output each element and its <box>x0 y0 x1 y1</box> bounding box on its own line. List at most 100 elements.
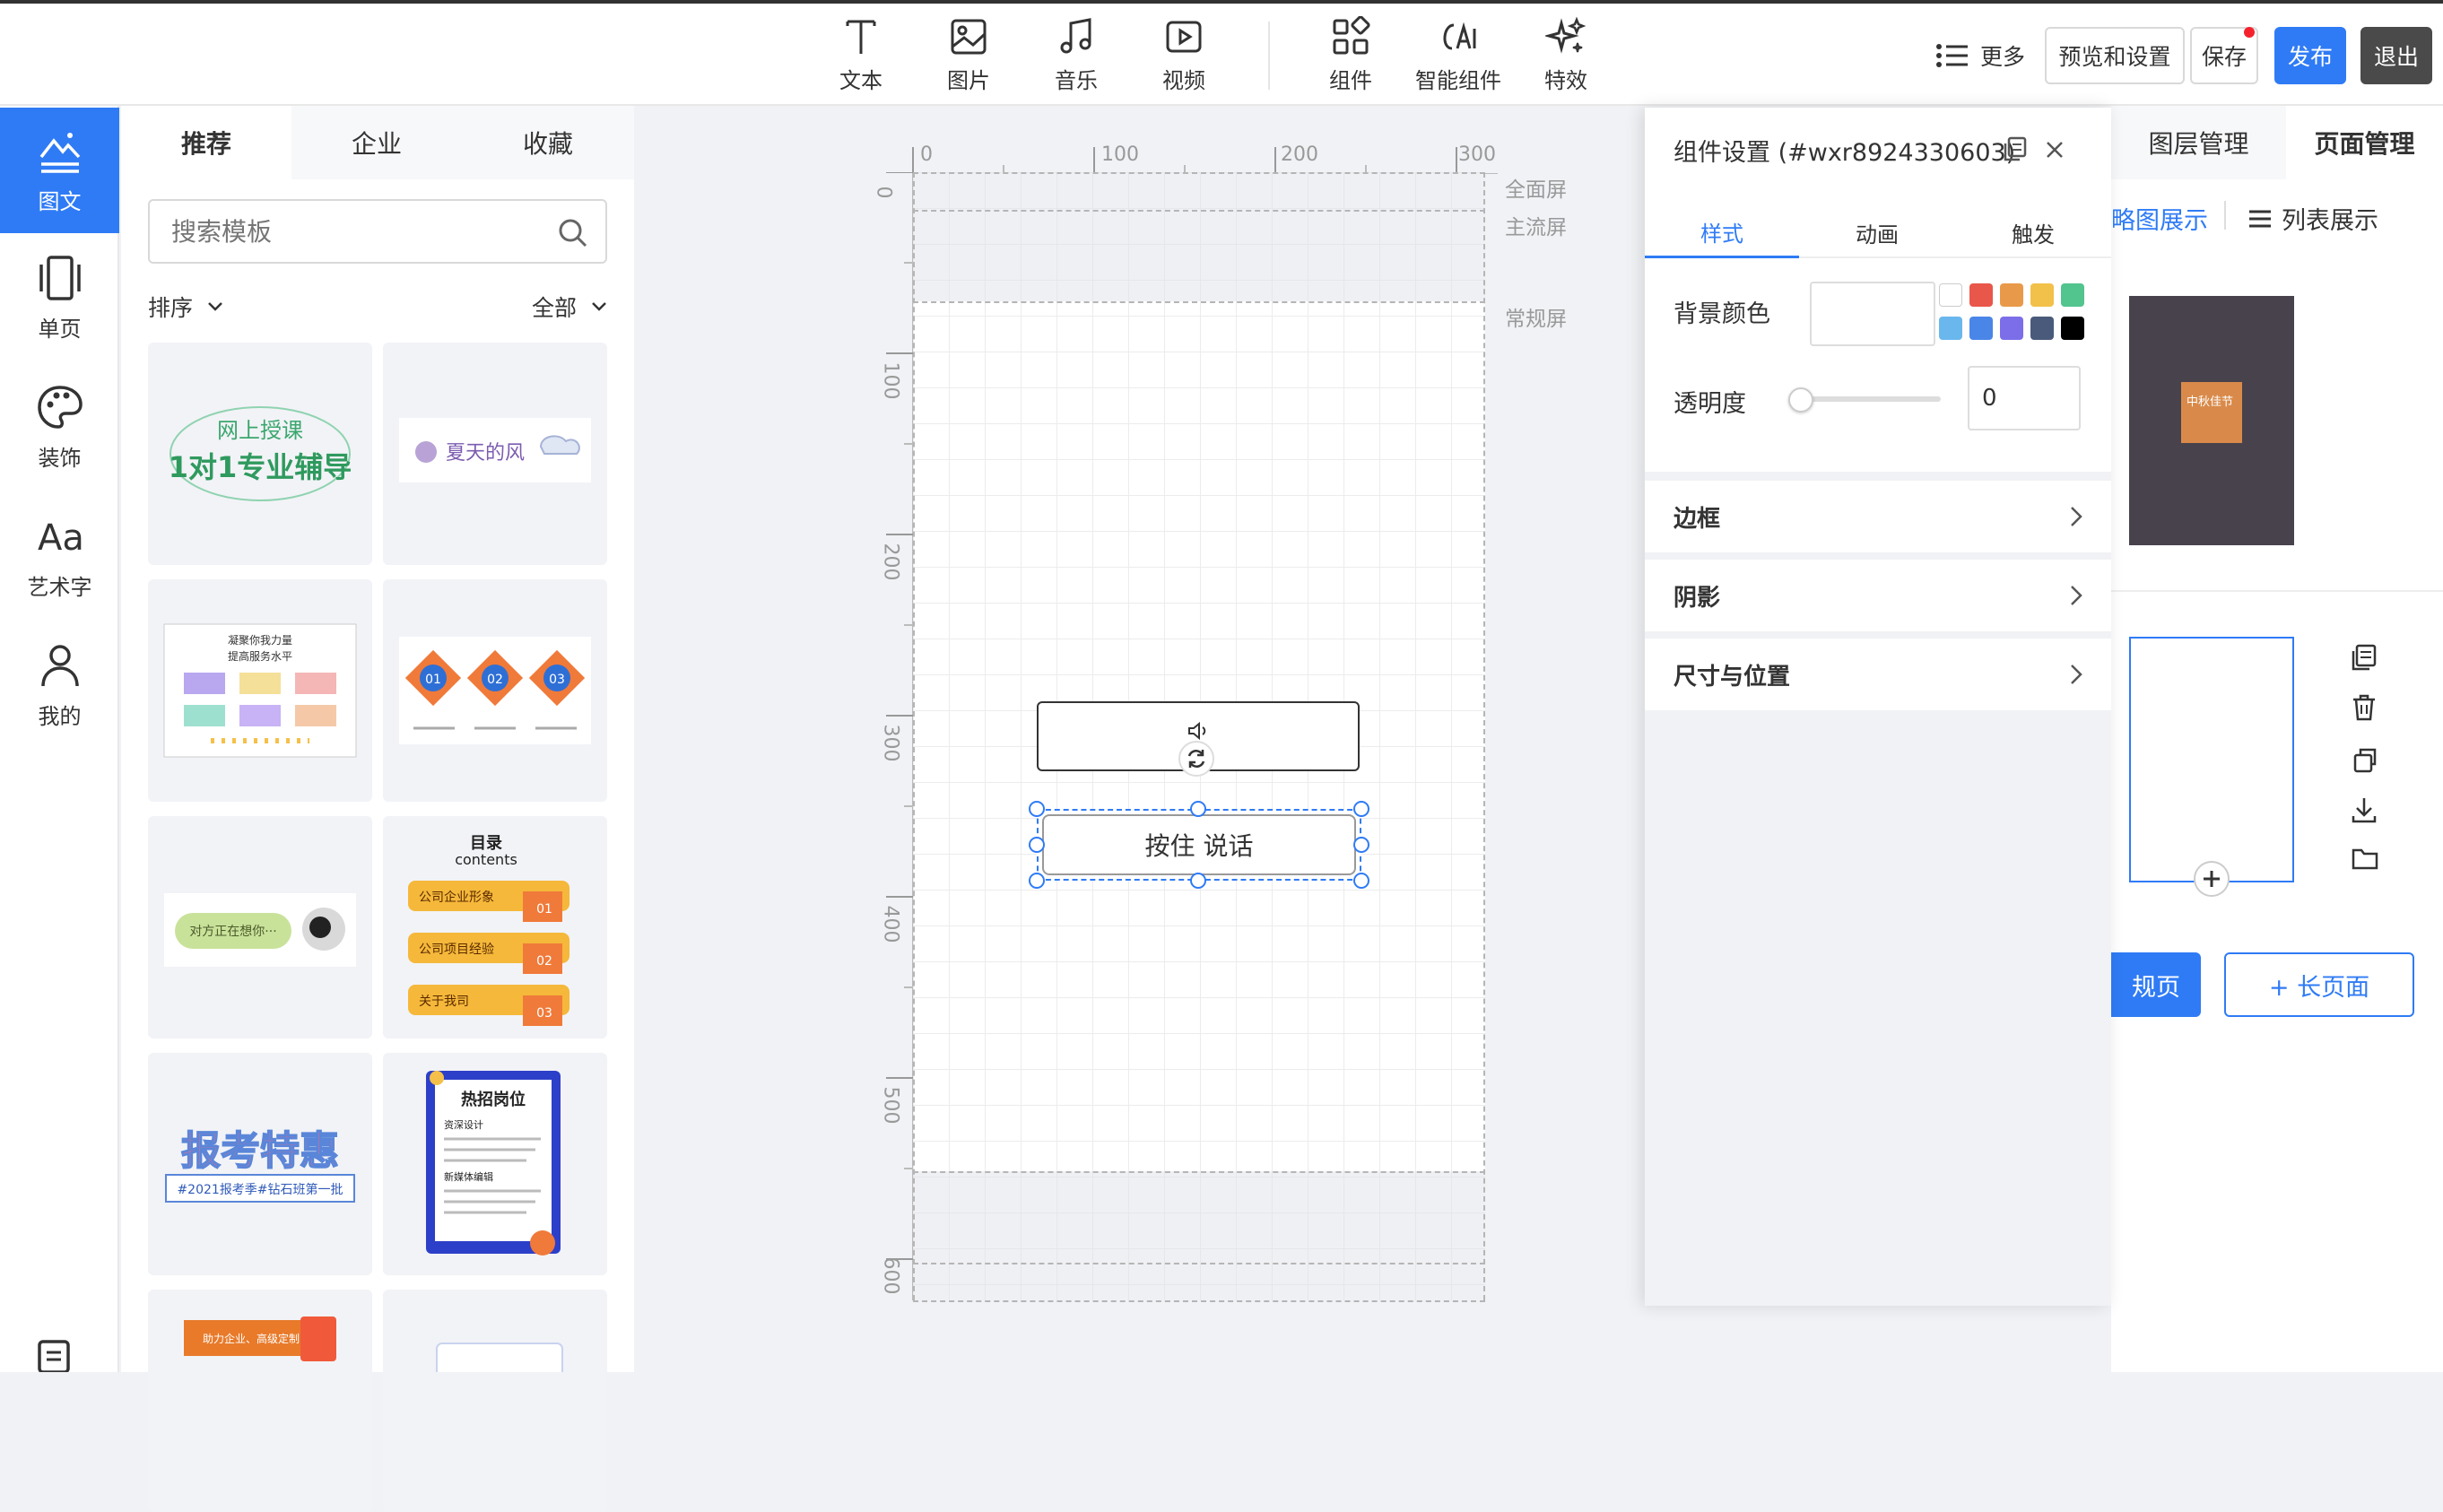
ruler-label: 100 <box>879 361 902 400</box>
duplicate-icon[interactable] <box>2352 746 2377 773</box>
mountain-text-icon <box>39 132 80 173</box>
download-icon[interactable] <box>2352 796 2377 823</box>
component-tool-button[interactable]: 组件 <box>1297 16 1404 97</box>
tab-recommended[interactable]: 推荐 <box>121 106 291 179</box>
image-icon <box>951 19 987 55</box>
shadow-section[interactable]: 阴影 <box>1645 560 2111 631</box>
thumbnail-view-toggle[interactable]: 略图展示 <box>2111 201 2208 236</box>
chevron-down-icon <box>592 302 606 311</box>
selected-voice-button[interactable]: 按住 说话 <box>1037 809 1361 881</box>
template-card[interactable]: 夏天的风 <box>383 343 607 565</box>
tab-style[interactable]: 样式 <box>1645 208 1799 258</box>
resize-handle[interactable] <box>1029 873 1045 889</box>
template-card[interactable]: 01 02 03 <box>383 579 607 802</box>
opacity-slider-track[interactable] <box>1801 396 1941 402</box>
user-icon <box>40 644 79 686</box>
template-card[interactable] <box>383 1290 607 1512</box>
video-tool-button[interactable]: 视频 <box>1130 16 1238 97</box>
color-swatch[interactable] <box>1969 283 1993 307</box>
close-icon[interactable] <box>2045 140 2065 160</box>
folder-icon[interactable] <box>2352 847 2378 870</box>
copy-id-icon[interactable] <box>2004 136 2027 161</box>
opacity-slider-thumb[interactable] <box>1788 387 1813 413</box>
color-swatch[interactable] <box>1939 317 1962 340</box>
svg-text:01: 01 <box>425 673 441 687</box>
more-label: 更多 <box>1980 44 2026 70</box>
single-page-icon <box>39 255 81 300</box>
music-tool-button[interactable]: 音乐 <box>1022 16 1130 97</box>
add-long-page-button[interactable]: + 长页面 <box>2224 952 2414 1017</box>
template-thumb: 对方正在想你··· <box>164 893 356 967</box>
trash-icon[interactable] <box>2352 694 2377 721</box>
search-input[interactable] <box>150 201 544 262</box>
color-swatch[interactable] <box>2000 283 2023 307</box>
add-page-inline-button[interactable] <box>2194 861 2230 897</box>
tab-enterprise[interactable]: 企业 <box>291 106 462 179</box>
text-tool-button[interactable]: 文本 <box>807 16 915 97</box>
component-settings-panel: 组件设置 (#wxr8924330603) 样式 动画 触发 背景颜色 透明度 … <box>1645 108 2111 1306</box>
nav-label: 图文 <box>38 188 82 214</box>
nav-item-single-page[interactable]: 单页 <box>0 235 119 361</box>
nav-item-mine[interactable]: 我的 <box>0 622 119 748</box>
copy-icon[interactable] <box>2352 644 2377 671</box>
ruler-label: 300 <box>1458 143 1496 166</box>
svg-text:03: 03 <box>536 1006 552 1021</box>
sort-dropdown[interactable]: 排序 <box>148 291 223 323</box>
filter-dropdown[interactable]: 全部 <box>532 291 607 323</box>
color-swatch[interactable] <box>2030 283 2054 307</box>
exit-button[interactable]: 退出 <box>2360 27 2432 84</box>
color-swatch[interactable] <box>2061 317 2084 340</box>
rotate-handle[interactable] <box>1178 741 1214 777</box>
resize-handle[interactable] <box>1353 837 1369 853</box>
sort-label: 排序 <box>148 295 194 321</box>
search-icon[interactable] <box>557 217 589 249</box>
ai-component-tool-button[interactable]: 智能组件 <box>1404 16 1512 97</box>
resize-handle[interactable] <box>1353 873 1369 889</box>
tab-animation[interactable]: 动画 <box>1799 208 1955 258</box>
template-card[interactable]: 热招岗位 资深设计 新媒体编辑 <box>383 1053 607 1275</box>
tab-layer-management[interactable]: 图层管理 <box>2111 106 2286 179</box>
color-swatch[interactable] <box>2000 317 2023 340</box>
color-swatch[interactable] <box>1969 317 1993 340</box>
preview-settings-button[interactable]: 预览和设置 <box>2045 27 2185 84</box>
plus-icon <box>2204 871 2220 887</box>
clipboard-icon[interactable] <box>36 1336 72 1372</box>
more-button[interactable]: 更多 <box>1935 39 2025 72</box>
color-swatch[interactable] <box>2030 317 2054 340</box>
border-section[interactable]: 边框 <box>1645 481 2111 552</box>
tab-page-management[interactable]: 页面管理 <box>2286 106 2443 179</box>
page-thumbnail-2[interactable] <box>2129 637 2294 882</box>
color-swatch[interactable] <box>1939 283 1962 307</box>
image-tool-button[interactable]: 图片 <box>915 16 1022 97</box>
resize-handle[interactable] <box>1190 873 1206 889</box>
page-thumbnail-1[interactable]: 中秋佳节 <box>2129 296 2294 545</box>
tab-trigger[interactable]: 触发 <box>1955 208 2111 258</box>
nav-item-art-text[interactable]: Aa 艺术字 <box>0 493 119 619</box>
nav-item-decoration[interactable]: 装饰 <box>0 364 119 490</box>
publish-button[interactable]: 发布 <box>2274 27 2346 84</box>
add-page-button[interactable]: 规页 <box>2111 952 2201 1017</box>
template-card[interactable]: 报考特惠 #2021报考季#钻石班第一批 <box>148 1053 372 1275</box>
template-card[interactable]: 凝聚你我力量 提高服务水平 <box>148 579 372 802</box>
nav-item-graphic-text[interactable]: 图文 <box>0 108 119 233</box>
ruler-label: 400 <box>879 905 902 943</box>
thumb-image: 中秋佳节 <box>2181 382 2242 443</box>
effects-tool-button[interactable]: 特效 <box>1512 16 1620 97</box>
list-view-toggle[interactable]: 列表展示 <box>2247 201 2378 236</box>
svg-text:Aa: Aa <box>38 517 84 559</box>
tab-favorites[interactable]: 收藏 <box>462 106 634 179</box>
template-card[interactable]: 网上授课 1对1专业辅导 <box>148 343 372 565</box>
color-swatch[interactable] <box>2061 283 2084 307</box>
svg-text:夏天的风: 夏天的风 <box>446 442 525 465</box>
resize-handle[interactable] <box>1190 801 1206 817</box>
resize-handle[interactable] <box>1029 801 1045 817</box>
opacity-input[interactable]: 0 <box>1968 366 2081 430</box>
template-card[interactable]: 对方正在想你··· <box>148 816 372 1038</box>
template-card[interactable]: 目录 contents 公司企业形象 01 公司项目经验 02 关于我司 03 <box>383 816 607 1038</box>
guide-line <box>913 1300 1485 1302</box>
bg-color-input[interactable] <box>1810 282 1935 346</box>
resize-handle[interactable] <box>1029 837 1045 853</box>
resize-handle[interactable] <box>1353 801 1369 817</box>
template-card[interactable]: 助力企业、高级定制 <box>148 1290 372 1512</box>
size-position-section[interactable]: 尺寸与位置 <box>1645 639 2111 710</box>
